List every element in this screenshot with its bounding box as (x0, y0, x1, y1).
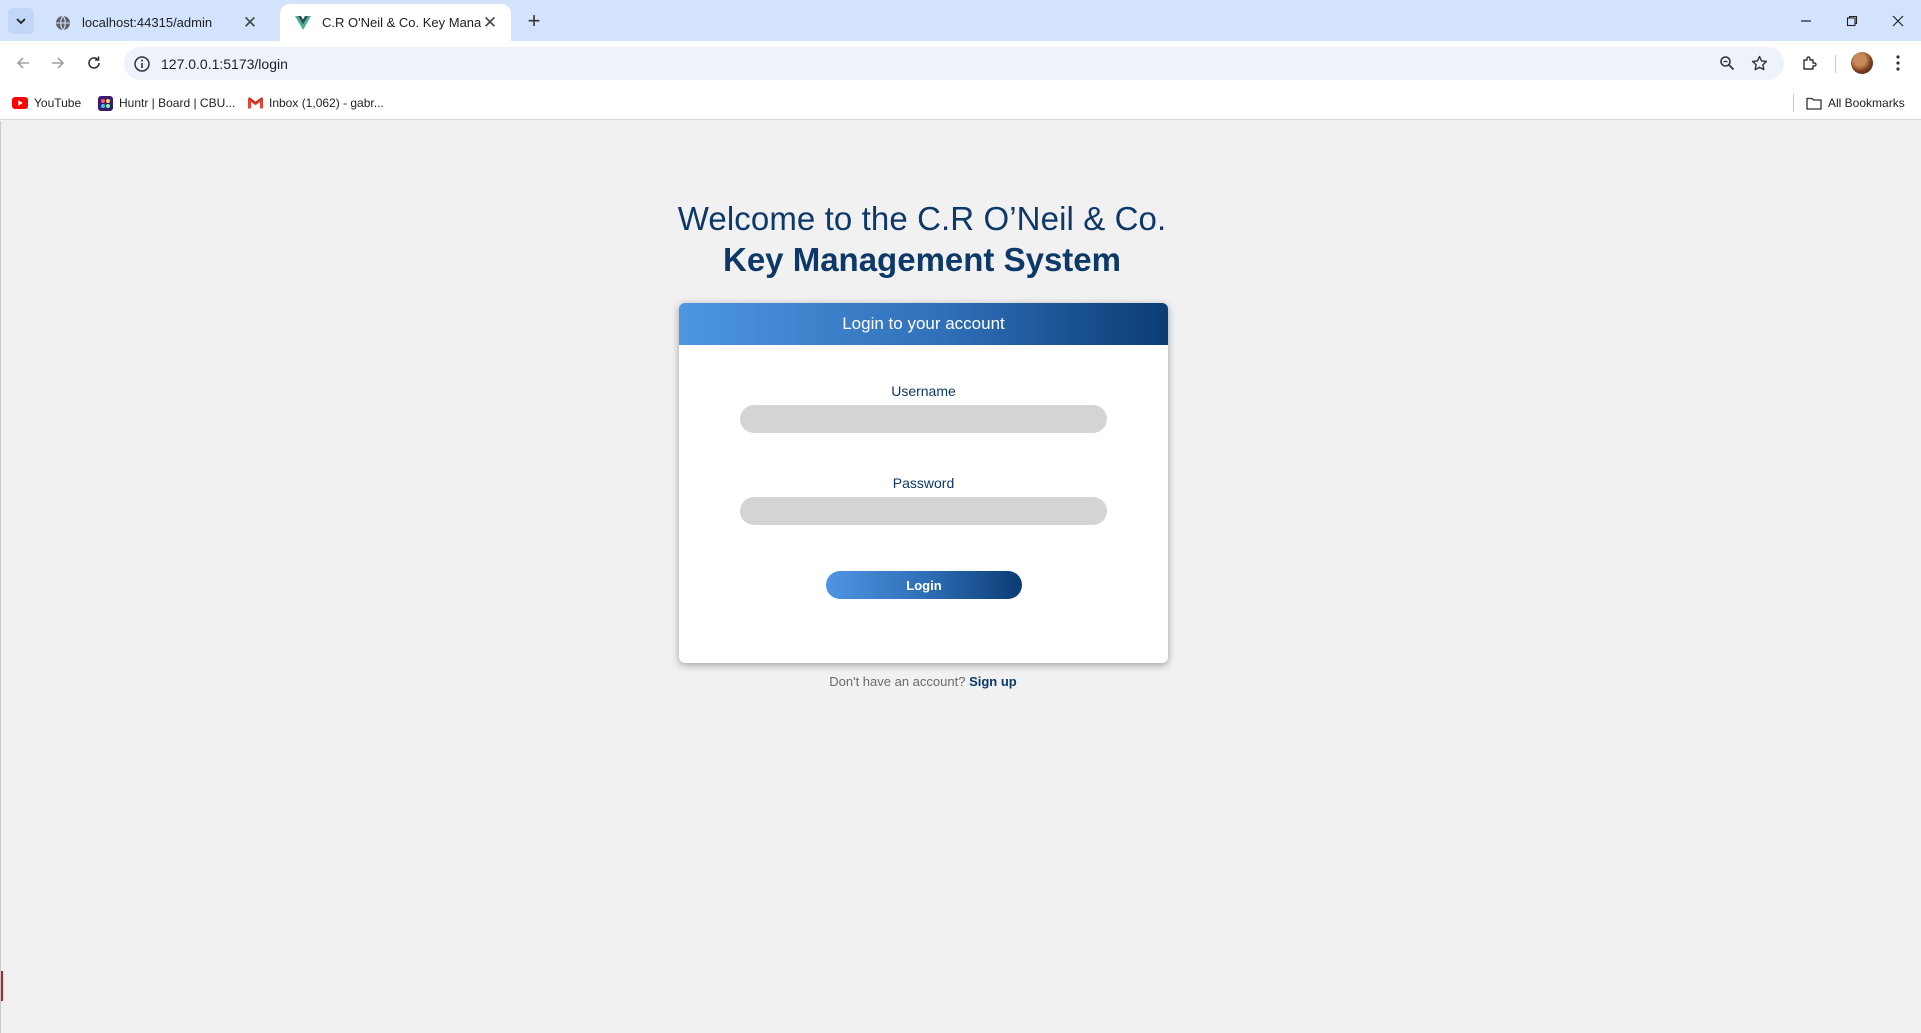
gmail-icon (247, 95, 263, 111)
login-card: Login to your account Username Password … (679, 303, 1168, 663)
restore-button[interactable] (1829, 0, 1875, 41)
welcome-heading: Welcome to the C.R O’Neil & Co. Key Mana… (1, 200, 1843, 279)
extensions-icon[interactable] (1797, 51, 1821, 75)
signup-link[interactable]: Sign up (969, 674, 1017, 689)
huntr-icon (97, 95, 113, 111)
close-tab-icon[interactable]: ✕ (481, 13, 499, 32)
tab-key-management[interactable]: C.R O'Neil & Co. Key Managem ✕ (280, 4, 511, 41)
tab-search-button[interactable] (8, 8, 34, 34)
close-window-button[interactable] (1875, 0, 1921, 41)
reload-icon (88, 56, 100, 69)
minimize-icon (1801, 19, 1811, 22)
bookmark-label: Inbox (1,062) - gabr... (269, 96, 384, 110)
new-tab-button[interactable]: + (520, 7, 548, 35)
arrow-left-icon (16, 57, 29, 69)
forward-button[interactable] (44, 49, 72, 77)
folder-icon (1806, 95, 1822, 111)
browser-toolbar: 127.0.0.1:5173/login (0, 41, 1921, 85)
toolbar-divider (1835, 55, 1836, 73)
all-bookmarks-button[interactable]: All Bookmarks (1806, 93, 1905, 113)
bookmarks-bar: YouTube Huntr | Board | CBU... Inbox (1,… (0, 85, 1921, 120)
page-content: Welcome to the C.R O’Neil & Co. Key Mana… (0, 121, 1921, 1033)
back-button[interactable] (9, 49, 37, 77)
tab-strip: localhost:44315/admin ✕ C.R O'Neil & Co.… (0, 0, 1921, 41)
globe-icon (54, 14, 72, 32)
welcome-line: Welcome to the C.R O’Neil & Co. (677, 200, 1167, 237)
reload-button[interactable] (80, 49, 108, 77)
minimize-button[interactable] (1783, 0, 1829, 41)
url-text[interactable]: 127.0.0.1:5173/login (161, 56, 288, 72)
bookmarks-divider (1793, 94, 1794, 112)
login-card-header: Login to your account (679, 303, 1168, 345)
password-label: Password (892, 475, 955, 491)
signup-prompt: Don't have an account? Sign up (1, 674, 1845, 689)
system-title: Key Management System (723, 241, 1121, 278)
bookmark-gmail[interactable]: Inbox (1,062) - gabr... (247, 93, 384, 113)
address-bar[interactable]: 127.0.0.1:5173/login (124, 47, 1784, 80)
edge-marker (1, 971, 3, 1001)
close-icon (1892, 15, 1904, 26)
chevron-down-icon (16, 18, 26, 25)
signup-prompt-text: Don't have an account? (829, 674, 966, 689)
bookmark-label: Huntr | Board | CBU... (119, 96, 236, 110)
restore-icon (1846, 15, 1858, 26)
login-button[interactable]: Login (826, 571, 1022, 599)
tab-title: C.R O'Neil & Co. Key Managem (322, 15, 481, 30)
zoom-icon[interactable] (1715, 51, 1739, 75)
username-input[interactable] (740, 405, 1107, 433)
bookmark-star-icon[interactable] (1747, 51, 1771, 75)
password-input[interactable] (740, 497, 1107, 525)
bookmark-huntr[interactable]: Huntr | Board | CBU... (97, 93, 235, 113)
vue-icon (294, 14, 312, 32)
menu-kebab-icon[interactable] (1886, 51, 1910, 75)
tab-admin[interactable]: localhost:44315/admin ✕ (40, 4, 271, 41)
arrow-right-icon (52, 57, 65, 69)
username-label: Username (891, 383, 956, 399)
bookmark-youtube[interactable]: YouTube (12, 93, 81, 113)
info-icon[interactable] (133, 55, 151, 73)
youtube-icon (12, 95, 28, 111)
all-bookmarks-label: All Bookmarks (1828, 96, 1905, 110)
tab-title: localhost:44315/admin (82, 15, 213, 30)
profile-avatar[interactable] (1851, 52, 1873, 74)
bookmark-label: YouTube (34, 96, 82, 110)
close-tab-icon[interactable]: ✕ (241, 13, 259, 32)
